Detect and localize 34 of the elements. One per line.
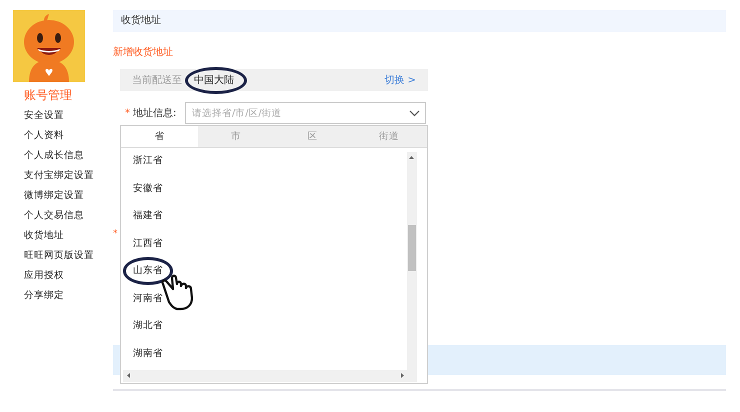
province-option[interactable]: 福建省 [131,206,165,234]
scroll-up-icon[interactable] [409,155,414,160]
horizontal-scrollbar[interactable] [123,370,417,382]
chevron-down-icon [409,110,420,117]
required-mark: * [125,106,130,120]
sidebar-item[interactable]: 个人成长信息 [24,146,113,166]
sidebar-item[interactable]: 个人交易信息 [24,206,113,226]
scrollbar-thumb[interactable] [408,225,416,271]
page-title-bar: 收货地址 [113,10,726,32]
sidebar-item[interactable]: 微博绑定设置 [24,186,113,206]
scroll-right-icon[interactable] [400,373,405,378]
switch-link[interactable]: 切换 > [384,72,416,88]
province-option[interactable]: 河南省 [131,288,165,316]
sidebar-item[interactable]: 支付宝绑定设置 [24,166,113,186]
province-option[interactable]: 浙江省 [131,151,165,178]
sidebar-item[interactable]: 旺旺网页版设置 [24,246,113,266]
sidebar-item[interactable]: 个人资料 [24,126,113,146]
scroll-left-icon[interactable] [126,373,131,378]
region-tab[interactable]: 省 [121,126,198,147]
delivery-label: 当前配送至 [132,74,182,88]
sidebar-item[interactable]: 分享绑定 [24,286,113,306]
sidebar-item[interactable]: 安全设置 [24,106,113,126]
sidebar-item[interactable]: 收货地址 [24,226,113,246]
province-option[interactable]: 安徽省 [131,178,165,206]
province-option[interactable]: 江西省 [131,234,165,261]
province-option[interactable]: 湖南省 [131,344,165,371]
required-mark: * [113,228,118,241]
delivery-region: 中国大陆 [192,72,236,88]
address-label: 地址信息: [133,106,178,120]
province-option[interactable]: 湖北省 [131,316,165,344]
sidebar-item[interactable]: 应用授权 [24,266,113,286]
address-select[interactable]: 请选择省/市/区/街道 [185,102,426,124]
vertical-scrollbar[interactable] [407,152,417,372]
sidebar-heading: 账号管理 [24,87,73,104]
